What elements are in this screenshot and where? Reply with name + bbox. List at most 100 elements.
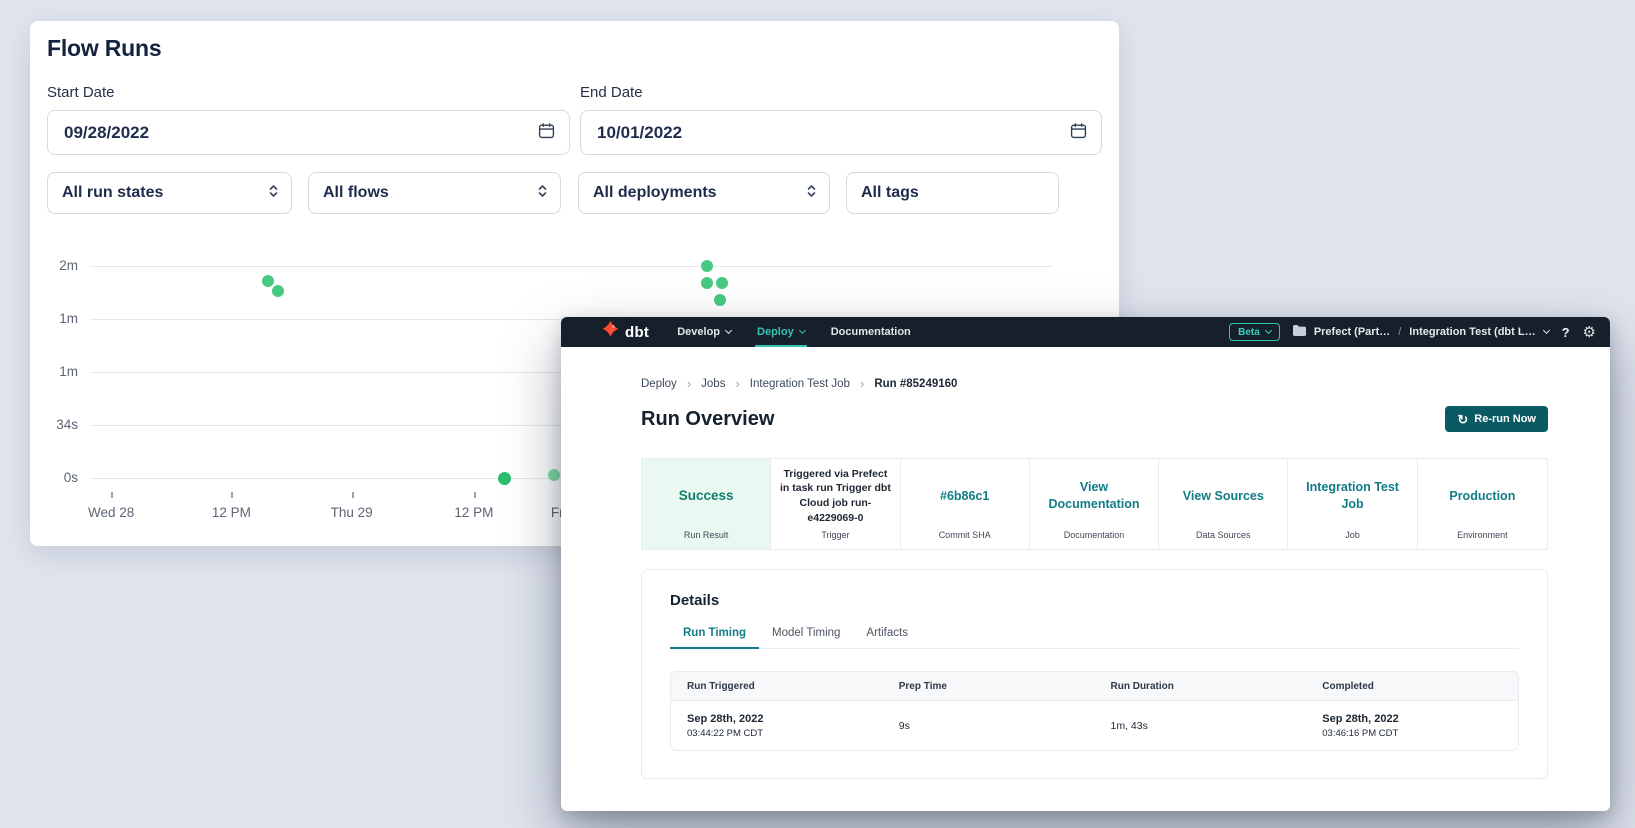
deployments-select[interactable]: All deployments [578,172,830,214]
nav-item-documentation[interactable]: Documentation [831,317,911,347]
updown-chevron-icon [268,183,279,204]
help-button[interactable]: ? [1562,325,1570,340]
flows-select[interactable]: All flows [308,172,561,214]
tab-model-timing[interactable]: Model Timing [759,627,853,648]
project-separator: / [1398,326,1401,338]
cell-prep-time: 9s [883,720,1095,732]
breadcrumb-current-run: Run #85249160 [874,378,957,390]
calendar-icon[interactable] [1070,122,1087,144]
details-card: Details Run Timing Model Timing Artifact… [641,569,1548,779]
job-link[interactable]: Integration Test Job [1295,479,1409,513]
cell-run-duration: 1m, 43s [1095,720,1307,732]
project-name: Prefect (Part… [1314,326,1390,338]
commit-sha-card: #6b86c1 Commit SHA [901,459,1030,549]
run-summary-strip: Success Run Result Triggered via Prefect… [641,458,1548,550]
settings-gear-icon[interactable]: ⚙ [1583,325,1596,340]
chart-gridline [90,266,1052,267]
col-run-triggered: Run Triggered [671,681,883,692]
beta-badge[interactable]: Beta [1229,323,1280,341]
trigger-card: Triggered via Prefect in task run Trigge… [771,459,900,549]
end-date-label: End Date [580,84,643,101]
commit-sha-link[interactable]: #6b86c1 [940,488,989,505]
refresh-icon: ↻ [1457,413,1468,426]
x-axis-tick-label: 12 PM [434,505,514,520]
nav-item-label: Deploy [757,326,794,338]
environment-caption: Environment [1418,530,1547,540]
nav-item-develop[interactable]: Develop [677,317,731,347]
calendar-icon[interactable] [538,122,555,144]
updown-chevron-icon [537,183,548,204]
view-sources-link[interactable]: View Sources [1183,488,1264,505]
x-axis-tick-mark [111,492,113,498]
cell-completed: Sep 28th, 2022 03:46:16 PM CDT [1306,713,1518,739]
breadcrumb-separator: › [735,377,739,390]
chevron-down-icon [725,327,732,334]
environment-link[interactable]: Production [1449,488,1515,505]
nav-item-deploy[interactable]: Deploy [757,317,805,347]
rerun-now-label: Re-run Now [1474,413,1536,425]
y-axis-tick-label: 2m [30,258,78,273]
page-header: Run Overview ↻ Re-run Now [641,406,1548,432]
flow-run-point[interactable] [701,260,713,272]
flow-run-point[interactable] [714,294,726,306]
y-axis-tick-label: 1m [30,311,78,326]
nav-item-label: Develop [677,326,720,338]
flow-run-point[interactable] [548,469,560,481]
start-date-field[interactable] [47,110,570,155]
end-date-field[interactable] [580,110,1102,155]
dbt-logo-icon [601,320,620,344]
start-date-input[interactable] [64,123,538,143]
tab-artifacts[interactable]: Artifacts [853,627,921,648]
deployments-select-value: All deployments [593,184,717,202]
trigger-caption: Trigger [771,530,899,540]
documentation-card: View Documentation Documentation [1030,459,1159,549]
flow-run-point[interactable] [498,472,511,485]
run-triggered-time: 03:44:22 PM CDT [687,728,883,739]
breadcrumb-separator: › [687,377,691,390]
run-states-select-value: All run states [62,184,163,202]
flow-runs-title: Flow Runs [47,35,161,62]
run-states-select[interactable]: All run states [47,172,292,214]
chevron-down-icon [1543,327,1550,334]
y-axis-tick-label: 34s [30,417,78,432]
chevron-down-icon [799,327,806,334]
flow-run-point[interactable] [272,285,284,297]
run-timing-table: Run Triggered Prep Time Run Duration Com… [670,671,1519,751]
y-axis-tick-label: 1m [30,364,78,379]
cell-run-triggered: Sep 28th, 2022 03:44:22 PM CDT [671,713,883,739]
flow-run-point[interactable] [262,275,274,287]
view-documentation-link[interactable]: View Documentation [1037,479,1151,513]
x-axis-tick-label: Wed 28 [71,505,151,520]
start-date-label: Start Date [47,84,115,101]
rerun-now-button[interactable]: ↻ Re-run Now [1445,406,1548,432]
data-sources-card: View Sources Data Sources [1159,459,1288,549]
beta-badge-label: Beta [1238,327,1260,338]
run-result-caption: Run Result [642,530,770,540]
project-selector[interactable]: Prefect (Part… / Integration Test (dbt L… [1293,325,1549,339]
nav-item-label: Documentation [831,326,911,338]
table-row: Sep 28th, 2022 03:44:22 PM CDT 9s 1m, 43… [671,701,1518,750]
job-caption: Job [1288,530,1416,540]
tab-run-timing[interactable]: Run Timing [670,627,759,648]
commit-sha-caption: Commit SHA [901,530,1029,540]
x-axis-tick-label: Thu 29 [312,505,392,520]
col-prep-time: Prep Time [883,681,1095,692]
tags-select[interactable]: All tags [846,172,1059,214]
flow-run-point[interactable] [701,277,713,289]
breadcrumb-jobs[interactable]: Jobs [701,378,725,390]
end-date-input[interactable] [597,123,1070,143]
details-tabs: Run Timing Model Timing Artifacts [670,627,1519,649]
breadcrumb: Deploy › Jobs › Integration Test Job › R… [641,347,1548,390]
breadcrumb-deploy[interactable]: Deploy [641,378,677,390]
documentation-caption: Documentation [1030,530,1158,540]
completed-date: Sep 28th, 2022 [1322,713,1518,725]
flow-run-point[interactable] [716,277,728,289]
dbt-logo[interactable]: dbt [601,320,649,344]
dbt-top-nav: dbt Develop Deploy Documentation Beta [561,317,1610,347]
job-card: Integration Test Job Job [1288,459,1417,549]
breadcrumb-job-name[interactable]: Integration Test Job [750,378,850,390]
dbt-page-body: Deploy › Jobs › Integration Test Job › R… [561,347,1610,779]
completed-time: 03:46:16 PM CDT [1322,728,1518,739]
chevron-down-icon [1265,327,1272,334]
table-header-row: Run Triggered Prep Time Run Duration Com… [671,672,1518,701]
